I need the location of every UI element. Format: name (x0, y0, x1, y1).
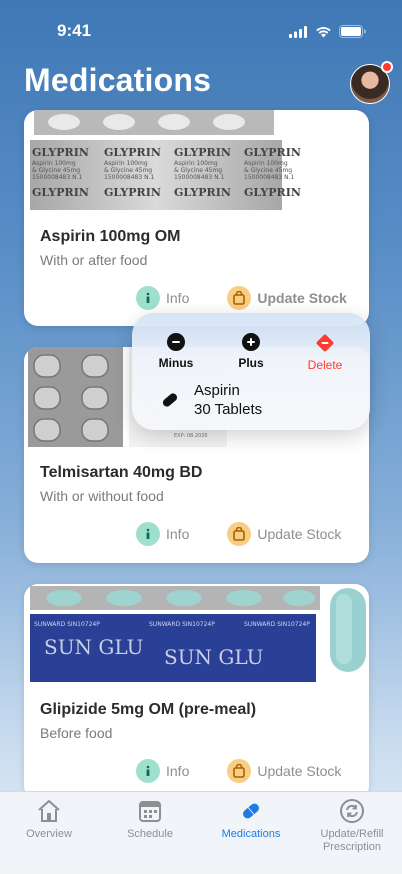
wifi-icon (316, 26, 331, 37)
card-actions: Info Update Stock (136, 522, 341, 546)
update-stock-label: Update Stock (257, 290, 347, 306)
tab-overview-label: Overview (26, 828, 72, 840)
tab-update-refill[interactable]: Update/Refill Prescription (302, 798, 402, 854)
info-icon (136, 286, 160, 310)
svg-text:SUNWARD SIN10724P: SUNWARD SIN10724P (244, 621, 310, 628)
update-stock-label: Update Stock (257, 526, 342, 542)
status-bar: 9:41 (0, 0, 402, 60)
svg-text:1500008483 N.1: 1500008483 N.1 (244, 174, 294, 181)
cellular-signal-icon (289, 25, 307, 38)
tab-schedule[interactable]: Schedule (100, 798, 200, 841)
svg-text:EXP: 08.2026: EXP: 08.2026 (174, 433, 208, 439)
tab-update-refill-label: Update/Refill Prescription (320, 828, 384, 853)
medication-note: With or without food (40, 488, 164, 504)
aspirin-blister-image: GLYPRIN GLYPRIN GLYPRIN GLYPRIN GLYPRIN GLYP… (24, 110, 369, 212)
popup-item-name: Aspirin (194, 382, 240, 399)
svg-text:SUNWARD SIN10724P: SUNWARD SIN10724P (149, 621, 215, 628)
stock-context-menu: Minus Plus Delete Aspirin 30 Tablets (132, 313, 370, 430)
medication-card-aspirin[interactable]: GLYPRIN GLYPRIN GLYPRIN GLYPRIN GLYPRIN GLYP… (24, 110, 369, 326)
status-icons (289, 25, 366, 38)
info-button[interactable]: Info (136, 522, 189, 546)
info-icon (136, 759, 160, 783)
medication-card-glipizide[interactable]: SUN GLU SUN GLU SUNWARD SIN10724P SUNWARD … (24, 584, 369, 800)
minus-button[interactable]: Minus (141, 333, 211, 370)
battery-icon (339, 25, 366, 38)
status-time: 9:41 (57, 21, 92, 40)
info-button[interactable]: Info (136, 286, 189, 310)
page-title: Medications (24, 62, 212, 98)
delete-diamond-icon (316, 334, 334, 352)
tab-overview[interactable]: Overview (0, 798, 99, 841)
card-actions: Info Update Stock (136, 286, 347, 310)
minus-label: Minus (158, 356, 194, 370)
shopping-bag-icon (227, 759, 252, 783)
medication-name: Glipizide 5mg OM (pre-meal) (40, 701, 257, 718)
svg-text:GLYPRIN: GLYPRIN (244, 186, 301, 199)
medication-name: Aspirin 100mg OM (40, 228, 181, 245)
svg-text:GLYPRIN: GLYPRIN (104, 146, 161, 159)
update-stock-button[interactable]: Update Stock (227, 286, 347, 310)
update-stock-label: Update Stock (257, 763, 342, 779)
svg-text:GLYPRIN: GLYPRIN (244, 146, 301, 159)
svg-text:Aspirin 100mg: Aspirin 100mg (32, 160, 76, 167)
tab-medications[interactable]: Medications (201, 798, 301, 841)
refresh-icon (340, 799, 364, 823)
card-actions: Info Update Stock (136, 759, 341, 783)
notification-dot (381, 61, 393, 73)
house-icon (38, 800, 60, 822)
update-stock-button[interactable]: Update Stock (227, 522, 341, 546)
svg-text:& Glycine 45mg: & Glycine 45mg (104, 167, 152, 174)
pill-icon (162, 393, 178, 407)
tab-medications-label: Medications (221, 828, 281, 840)
delete-button[interactable]: Delete (290, 333, 360, 372)
svg-text:GLYPRIN: GLYPRIN (32, 146, 89, 159)
shopping-bag-icon (227, 286, 252, 310)
medication-note: With or after food (40, 252, 148, 268)
info-icon (136, 522, 160, 546)
info-label: Info (166, 290, 190, 306)
medication-note: Before food (40, 725, 113, 741)
svg-text:& Glycine 45mg: & Glycine 45mg (174, 167, 222, 174)
shopping-bag-icon (227, 522, 252, 546)
svg-text:SUNWARD SIN10724P: SUNWARD SIN10724P (34, 621, 100, 628)
delete-label: Delete (307, 358, 343, 372)
medication-name: Telmisartan 40mg BD (40, 464, 203, 481)
svg-text:Aspirin 100mg: Aspirin 100mg (174, 160, 218, 167)
pill-icon (243, 803, 259, 819)
svg-text:SUN GLU: SUN GLU (44, 635, 143, 659)
svg-text:& Glycine 45mg: & Glycine 45mg (244, 167, 292, 174)
update-stock-button[interactable]: Update Stock (227, 759, 341, 783)
svg-text:1500008483 N.1: 1500008483 N.1 (174, 174, 224, 181)
glipizide-blister-image: SUN GLU SUN GLU SUNWARD SIN10724P SUNWARD … (24, 584, 369, 684)
info-label: Info (166, 526, 190, 542)
svg-text:Aspirin 100mg: Aspirin 100mg (104, 160, 148, 167)
popup-item-count: 30 Tablets (194, 401, 263, 418)
svg-text:Aspirin 100mg: Aspirin 100mg (244, 160, 288, 167)
plus-circle-icon (242, 333, 260, 351)
info-button[interactable]: Info (136, 759, 189, 783)
svg-text:GLYPRIN: GLYPRIN (104, 186, 161, 199)
svg-text:1500008483 N.1: 1500008483 N.1 (104, 174, 154, 181)
tab-schedule-label: Schedule (127, 828, 173, 840)
plus-label: Plus (238, 356, 264, 370)
svg-text:GLYPRIN: GLYPRIN (174, 186, 231, 199)
svg-text:& Glycine 45mg: & Glycine 45mg (32, 167, 80, 174)
svg-text:GLYPRIN: GLYPRIN (174, 146, 231, 159)
calendar-icon (139, 801, 161, 822)
tab-bar: Overview Schedule Medications Update/Ref… (0, 791, 402, 874)
svg-text:SUN GLU: SUN GLU (164, 645, 263, 669)
svg-text:GLYPRIN: GLYPRIN (32, 186, 89, 199)
minus-circle-icon (167, 333, 185, 351)
svg-text:1500008483 N.1: 1500008483 N.1 (32, 174, 82, 181)
popup-item-summary: Aspirin 30 Tablets (160, 381, 262, 419)
plus-button[interactable]: Plus (216, 333, 286, 370)
info-label: Info (166, 763, 190, 779)
